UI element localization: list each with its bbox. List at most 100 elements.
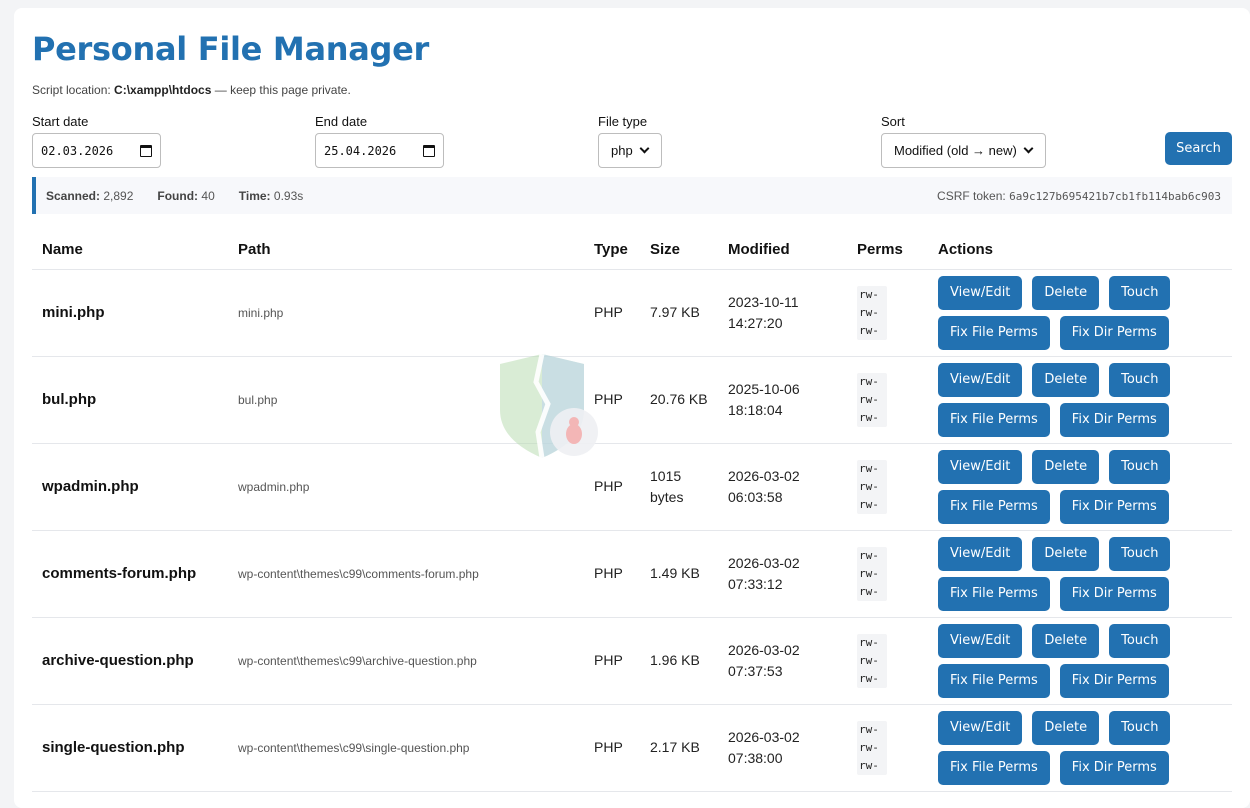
view-edit-button[interactable]: View/Edit [938, 362, 1023, 397]
end-date-input[interactable]: 25.04.2026 [315, 133, 444, 168]
fix-file-perms-button[interactable]: Fix File Perms [938, 315, 1050, 350]
start-date-input[interactable]: 02.03.2026 [32, 133, 161, 168]
fix-file-perms-button[interactable]: Fix File Perms [938, 663, 1050, 698]
file-perms-cell: rw-rw-rw- [847, 617, 928, 705]
time-label: Time: [238, 188, 271, 203]
modified-date: 2023-10-11 [728, 293, 799, 310]
file-modified: 2026-03-02 07:37:53 [718, 617, 847, 705]
table-row: archive-question.php wp-content\themes\c9… [32, 617, 1232, 705]
fix-file-perms-button[interactable]: Fix File Perms [938, 402, 1050, 437]
found-value: 40 [201, 188, 215, 203]
scanned-stat: Scanned: 2,892 [46, 189, 133, 203]
file-type: PHP [584, 704, 640, 792]
file-type-value: php [611, 143, 633, 158]
actions-cell: View/Edit Delete Touch Fix File Perms Fix Di… [928, 443, 1232, 531]
fix-dir-perms-button[interactable]: Fix Dir Perms [1059, 750, 1169, 785]
file-name: single-question.php [32, 704, 228, 792]
actions-cell: View/Edit Delete Touch Fix File Perms Fix Di… [928, 356, 1232, 444]
touch-button[interactable]: Touch [1109, 449, 1171, 484]
fix-file-perms-button[interactable]: Fix File Perms [938, 576, 1050, 611]
file-perms-cell: rw-rw-rw- [847, 443, 928, 531]
search-button[interactable]: Search [1165, 132, 1232, 165]
file-type: PHP [584, 269, 640, 357]
fix-dir-perms-button[interactable]: Fix Dir Perms [1059, 576, 1169, 611]
fix-dir-perms-button[interactable]: Fix Dir Perms [1059, 489, 1169, 524]
file-path: mini.php [228, 269, 584, 357]
header-name: Name [32, 230, 228, 270]
table-row: wpadmin.php wpadmin.php PHP 1015 bytes 2026-… [32, 443, 1232, 531]
start-date-filter: Start date 02.03.2026 [32, 114, 161, 168]
view-edit-button[interactable]: View/Edit [938, 623, 1023, 658]
row-actions: View/Edit Delete Touch Fix File Perms Fix Di… [938, 623, 1178, 698]
delete-button[interactable]: Delete [1032, 362, 1100, 397]
row-actions: View/Edit Delete Touch Fix File Perms Fix Di… [938, 536, 1178, 611]
file-perms: rw-rw-rw- [857, 546, 887, 601]
table-header-row: Name Path Type Size Modified Perms Actio… [32, 230, 1232, 270]
location-prefix: Script location: [32, 83, 111, 97]
view-edit-button[interactable]: View/Edit [938, 275, 1023, 310]
modified-time: 07:38:00 [728, 749, 783, 766]
table-row: comments-forum.php wp-content\themes\c99\… [32, 530, 1232, 618]
actions-cell: View/Edit Delete Touch Fix File Perms Fix Di… [928, 704, 1232, 792]
csrf-token: CSRF token: 6a9c127b695421b7cb1fb114bab6… [937, 189, 1221, 203]
delete-button[interactable]: Delete [1032, 710, 1100, 745]
file-size: 20.76 KB [640, 356, 718, 444]
touch-button[interactable]: Touch [1109, 623, 1171, 658]
file-modified: 2023-10-11 14:27:20 [718, 269, 847, 357]
found-label: Found: [157, 188, 199, 203]
time-stat: Time: 0.93s [239, 189, 304, 203]
file-size: 2.17 KB [640, 704, 718, 792]
fix-dir-perms-button[interactable]: Fix Dir Perms [1059, 315, 1169, 350]
file-size: 1.96 KB [640, 617, 718, 705]
fix-file-perms-button[interactable]: Fix File Perms [938, 489, 1050, 524]
touch-button[interactable]: Touch [1109, 710, 1171, 745]
sort-select[interactable]: Modified (old → new) [881, 133, 1046, 168]
delete-button[interactable]: Delete [1032, 275, 1100, 310]
calendar-icon[interactable] [140, 144, 152, 157]
fix-dir-perms-button[interactable]: Fix Dir Perms [1059, 663, 1169, 698]
header-perms: Perms [847, 230, 928, 270]
view-edit-button[interactable]: View/Edit [938, 710, 1023, 745]
header-size: Size [640, 230, 718, 270]
file-name: bul.php [32, 356, 228, 444]
file-perms-cell: rw-rw-rw- [847, 704, 928, 792]
view-edit-button[interactable]: View/Edit [938, 449, 1023, 484]
actions-cell: View/Edit Delete Touch Fix File Perms Fix Di… [928, 530, 1232, 618]
file-size: 1.49 KB [640, 530, 718, 618]
fix-dir-perms-button[interactable]: Fix Dir Perms [1059, 402, 1169, 437]
file-path: wp-content\themes\c99\single-question.ph… [228, 704, 584, 792]
touch-button[interactable]: Touch [1109, 275, 1171, 310]
file-perms-cell: rw-rw-rw- [847, 530, 928, 618]
end-date-label: End date [315, 114, 368, 129]
file-name: mini.php [32, 269, 228, 357]
table-row: mini.php mini.php PHP 7.97 KB 2023-10-11 14:2… [32, 269, 1232, 357]
file-modified: 2025-10-06 18:18:04 [718, 356, 847, 444]
script-location: Script location: C:\xampp\htdocs — keep … [32, 83, 351, 97]
modified-time: 07:33:12 [728, 575, 783, 592]
modified-time: 18:18:04 [728, 401, 783, 418]
delete-button[interactable]: Delete [1032, 623, 1100, 658]
chevron-down-icon [639, 143, 650, 154]
scan-stats-bar: Scanned: 2,892 Found: 40 Time: 0.93s CSR… [32, 177, 1232, 214]
file-type-select[interactable]: php [598, 133, 662, 168]
fix-file-perms-button[interactable]: Fix File Perms [938, 750, 1050, 785]
touch-button[interactable]: Touch [1109, 362, 1171, 397]
scanned-label: Scanned: [46, 188, 101, 203]
sort-value: Modified (old → new) [894, 143, 1017, 158]
file-perms: rw-rw-rw- [857, 633, 887, 688]
modified-date: 2025-10-06 [728, 380, 800, 397]
modified-date: 2026-03-02 [728, 728, 800, 745]
calendar-icon[interactable] [423, 144, 435, 157]
touch-button[interactable]: Touch [1109, 536, 1171, 571]
delete-button[interactable]: Delete [1032, 449, 1100, 484]
header-type: Type [584, 230, 640, 270]
end-date-value: 25.04.2026 [324, 143, 397, 158]
header-modified: Modified [718, 230, 847, 270]
delete-button[interactable]: Delete [1032, 536, 1100, 571]
row-actions: View/Edit Delete Touch Fix File Perms Fix Di… [938, 710, 1178, 785]
view-edit-button[interactable]: View/Edit [938, 536, 1023, 571]
file-perms: rw-rw-rw- [857, 285, 887, 340]
file-type-label: File type [598, 114, 648, 129]
sort-filter: Sort Modified (old → new) [881, 114, 1046, 168]
time-value: 0.93s [273, 188, 304, 203]
